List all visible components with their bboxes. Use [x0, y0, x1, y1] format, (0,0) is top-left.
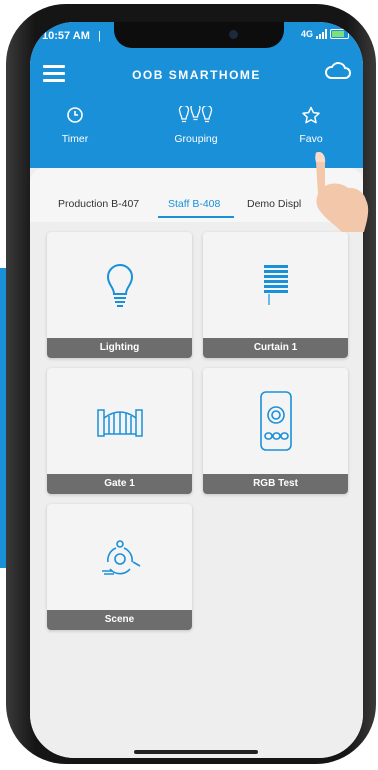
- device-name: Scene: [47, 610, 192, 630]
- status-icons: 4G: [301, 29, 349, 39]
- nav-timer-label: Timer: [61, 133, 89, 145]
- device-name: Gate 1: [47, 474, 192, 494]
- nav-timer[interactable]: Timer: [30, 106, 120, 145]
- signal-icon: [316, 29, 327, 39]
- device-name: Curtain 1: [203, 338, 348, 358]
- tab-production-b407[interactable]: Production B-407: [58, 198, 139, 210]
- star-icon: [302, 106, 320, 124]
- scene-icon: [101, 540, 140, 575]
- device-card-lighting[interactable]: Lighting: [47, 232, 192, 358]
- nav-favorites-label: Favo: [299, 133, 323, 145]
- main-content: Production B-407 Staff B-408 Demo Displ …: [30, 168, 363, 758]
- nav-grouping-label: Grouping: [174, 133, 218, 145]
- device-card-gate-1[interactable]: Gate 1: [47, 368, 192, 494]
- app-header: 10:57 AM | 4G OOB SMARTHOME Timer Groupi…: [30, 22, 363, 168]
- device-name: Lighting: [47, 338, 192, 358]
- gate-icon: [96, 409, 143, 437]
- active-tab-indicator: [158, 216, 234, 218]
- device-card-curtain-1[interactable]: Curtain 1: [203, 232, 348, 358]
- device-card-rgb-test[interactable]: RGB Test: [203, 368, 348, 494]
- cloud-icon[interactable]: [325, 62, 351, 85]
- app-title: OOB SMARTHOME: [132, 68, 261, 82]
- clock-icon: [67, 107, 83, 123]
- hand-pointer-icon: [315, 152, 369, 232]
- battery-icon: [330, 29, 349, 39]
- home-indicator: [134, 750, 258, 754]
- lightbulb-icon: [106, 264, 133, 307]
- nav-grouping[interactable]: Grouping: [151, 102, 241, 145]
- network-type: 4G: [300, 29, 313, 39]
- curtain-icon: [263, 265, 288, 305]
- device-name: RGB Test: [203, 474, 348, 494]
- phone-notch: [114, 22, 284, 48]
- device-card-scene[interactable]: Scene: [47, 504, 192, 630]
- lightbulbs-icon: [178, 102, 213, 123]
- nav-favorites[interactable]: Favo: [266, 106, 356, 145]
- camera-icon: [229, 30, 238, 39]
- phone-screen: 10:57 AM | 4G OOB SMARTHOME Timer Groupi…: [30, 22, 363, 758]
- status-time: 10:57 AM: [42, 30, 90, 42]
- rgb-remote-icon: [259, 391, 292, 451]
- phone-frame: 10:57 AM | 4G OOB SMARTHOME Timer Groupi…: [6, 4, 376, 764]
- tab-staff-b408[interactable]: Staff B-408: [168, 198, 220, 210]
- status-separator: |: [98, 30, 101, 42]
